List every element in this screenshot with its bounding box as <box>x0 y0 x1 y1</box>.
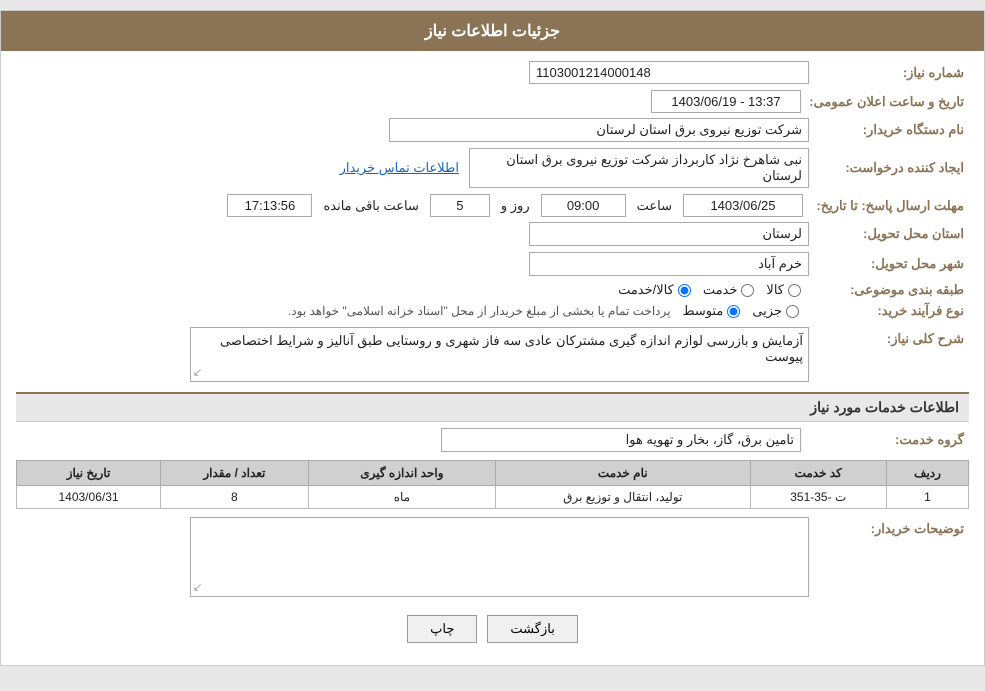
tabaqe-row: طبقه بندی موضوعی: کالا خدمت کالا/خدمت <box>16 282 969 298</box>
nooa-label: نوع فرآیند خرید: <box>809 303 969 319</box>
col-kod: کد خدمت <box>750 461 886 486</box>
radio-khedmat-input[interactable] <box>741 284 754 297</box>
cell-vahed: ماه <box>308 486 495 509</box>
ijad-value: نبی شاهرخ نژاد کاربرداز شرکت توزیع نیروی… <box>469 148 809 188</box>
grooh-label: گروه خدمت: <box>809 432 969 448</box>
radio-kala-input[interactable] <box>788 284 801 297</box>
cell-tarikh: 1403/06/31 <box>17 486 161 509</box>
radio-motavaset-input[interactable] <box>727 305 740 318</box>
tabaqe-radio-group: کالا خدمت کالا/خدمت <box>618 282 801 298</box>
cell-radif: 1 <box>886 486 968 509</box>
nam-dastgah-row: نام دستگاه خریدار: شرکت توزیع نیروی برق … <box>16 118 969 142</box>
cell-tedad: 8 <box>161 486 309 509</box>
content-area: شماره نیاز: 1103001214000148 تاریخ و ساع… <box>1 51 984 665</box>
nam-dastgah-label: نام دستگاه خریدار: <box>809 122 969 138</box>
col-nam: نام خدمت <box>496 461 750 486</box>
table-row: 1 ت -35-351 تولید، انتقال و توزیع برق ما… <box>17 486 969 509</box>
cell-kod: ت -35-351 <box>750 486 886 509</box>
radio-khedmat[interactable]: خدمت <box>703 282 755 298</box>
nooa-radio-group: جزیی متوسط پرداخت تمام یا بخشی از مبلغ خ… <box>288 303 799 319</box>
grooh-row: گروه خدمت: تامین برق، گاز، بخار و تهویه … <box>16 428 969 452</box>
shomara-row: شماره نیاز: 1103001214000148 <box>16 61 969 84</box>
mohlat-label: مهلت ارسال پاسخ: تا تاریخ: <box>809 198 969 214</box>
ostan-value: لرستان <box>529 222 809 246</box>
grooh-value: تامین برق، گاز، بخار و تهویه هوا <box>441 428 801 452</box>
sharh-row: شرح کلی نیاز: آزمایش و بازرسی لوازم اندا… <box>16 327 969 382</box>
sharh-text: آزمایش و بازرسی لوازم اندازه گیری مشترکا… <box>220 333 803 364</box>
radio-kala-khedmat-input[interactable] <box>678 284 691 297</box>
back-button[interactable]: بازگشت <box>487 615 577 643</box>
col-vahed: واحد اندازه گیری <box>308 461 495 486</box>
date-announce-row: تاریخ و ساعت اعلان عمومی: 1403/06/19 - 1… <box>16 90 969 113</box>
radio-kala-khedmat-label: کالا/خدمت <box>618 282 674 298</box>
radio-jozi-label: جزیی <box>752 303 782 319</box>
shomara-label: شماره نیاز: <box>809 65 969 81</box>
service-table-section: ردیف کد خدمت نام خدمت واحد اندازه گیری ت… <box>16 460 969 509</box>
radio-khedmat-label: خدمت <box>703 282 738 298</box>
ostan-label: استان محل تحویل: <box>809 226 969 242</box>
radio-kala-label: کالا <box>766 282 784 298</box>
print-button[interactable]: چاپ <box>407 615 477 643</box>
roz-value: 5 <box>430 194 490 217</box>
radio-jozi-input[interactable] <box>786 305 799 318</box>
btn-row: بازگشت چاپ <box>16 603 969 655</box>
radio-motavaset-label: متوسط <box>682 303 723 319</box>
col-radif: ردیف <box>886 461 968 486</box>
ostan-row: استان محل تحویل: لرستان <box>16 222 969 246</box>
service-section-header: اطلاعات خدمات مورد نیاز <box>16 392 969 422</box>
time-remain: 17:13:56 <box>227 194 312 217</box>
service-table: ردیف کد خدمت نام خدمت واحد اندازه گیری ت… <box>16 460 969 509</box>
saat-value: 09:00 <box>541 194 626 217</box>
shahr-row: شهر محل تحویل: خرم آباد <box>16 252 969 276</box>
baqi-label: ساعت باقی مانده <box>323 198 418 214</box>
mohlat-row: مهلت ارسال پاسخ: تا تاریخ: 1403/06/25 سا… <box>16 194 969 217</box>
tozihat-label: توضیحات خریدار: <box>809 517 969 537</box>
page-wrapper: جزئیات اطلاعات نیاز شماره نیاز: 11030012… <box>0 10 985 666</box>
nam-dastgah-value: شرکت توزیع نیروی برق استان لرستان <box>389 118 809 142</box>
shomara-value: 1103001214000148 <box>529 61 809 84</box>
saat-label: ساعت <box>637 198 672 214</box>
shahr-label: شهر محل تحویل: <box>809 256 969 272</box>
sharh-value: آزمایش و بازرسی لوازم اندازه گیری مشترکا… <box>190 327 809 382</box>
col-tedad: تعداد / مقدار <box>161 461 309 486</box>
page-title: جزئیات اطلاعات نیاز <box>1 11 984 51</box>
tozihat-box <box>190 517 809 597</box>
sharh-label: شرح کلی نیاز: <box>809 327 969 347</box>
table-header-row: ردیف کد خدمت نام خدمت واحد اندازه گیری ت… <box>17 461 969 486</box>
roz-label: روز و <box>501 198 530 214</box>
ijad-label: ایجاد کننده درخواست: <box>809 160 969 176</box>
shahr-value: خرم آباد <box>529 252 809 276</box>
ejad-link[interactable]: اطلاعات تماس خریدار <box>340 160 459 176</box>
radio-kala-khedmat[interactable]: کالا/خدمت <box>618 282 691 298</box>
radio-jozi[interactable]: جزیی <box>752 303 799 319</box>
nooa-note: پرداخت تمام یا بخشی از مبلغ خریدار از مح… <box>288 304 671 318</box>
date-announce-value: 1403/06/19 - 13:37 <box>651 90 801 113</box>
nooa-row: نوع فرآیند خرید: جزیی متوسط پرداخت تمام … <box>16 303 969 319</box>
cell-nam: تولید، انتقال و توزیع برق <box>496 486 750 509</box>
tabaqe-label: طبقه بندی موضوعی: <box>809 282 969 298</box>
ijad-row: ایجاد کننده درخواست: نبی شاهرخ نژاد کارب… <box>16 148 969 188</box>
radio-motavaset[interactable]: متوسط <box>682 303 740 319</box>
mohlat-date: 1403/06/25 <box>683 194 803 217</box>
tozihat-row: توضیحات خریدار: <box>16 517 969 597</box>
col-tarikh: تاریخ نیاز <box>17 461 161 486</box>
date-announce-label: تاریخ و ساعت اعلان عمومی: <box>809 94 969 110</box>
radio-kala[interactable]: کالا <box>766 282 801 298</box>
